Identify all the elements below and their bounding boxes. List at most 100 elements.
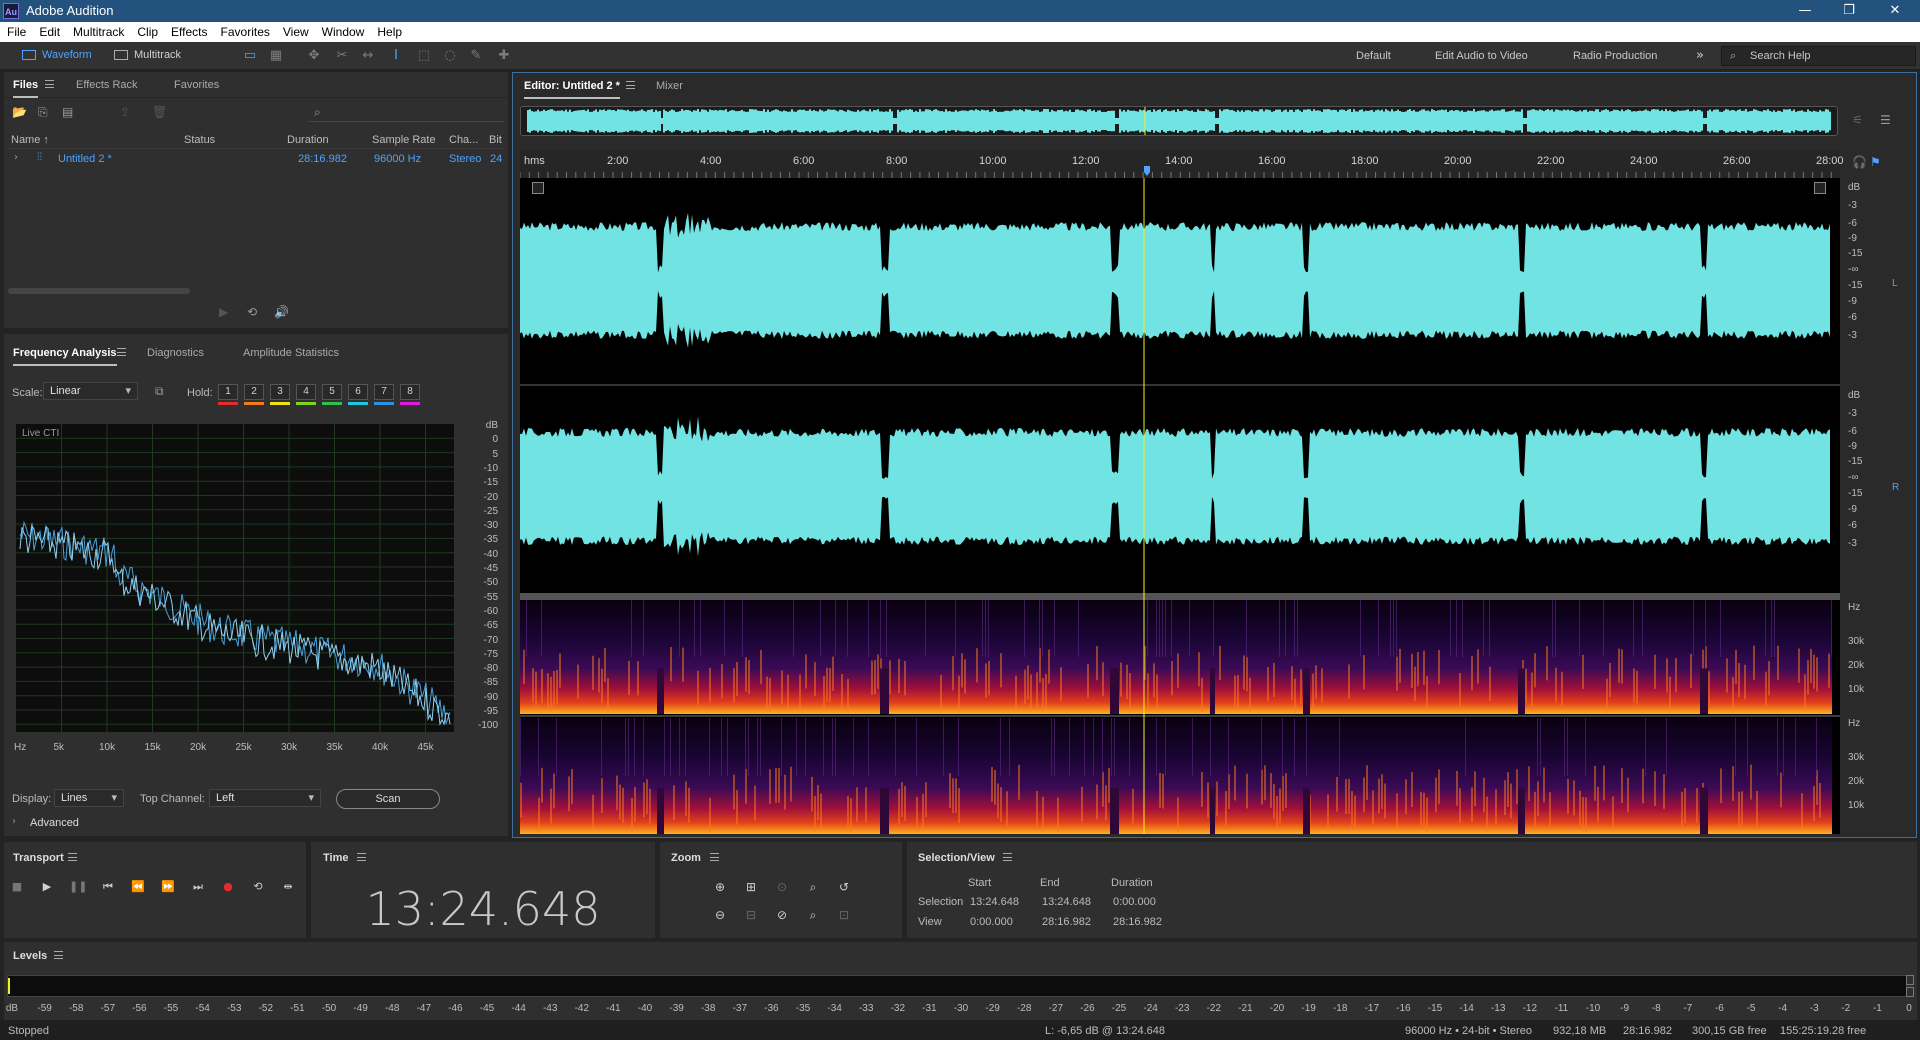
selection-start[interactable]: 13:24.648 (970, 896, 1019, 908)
tab-frequency-analysis[interactable]: Frequency Analysis (13, 347, 117, 366)
play-file-icon[interactable]: ▶ (219, 305, 228, 319)
slip-tool-icon[interactable]: ↔ (360, 48, 376, 64)
tab-editor[interactable]: Editor: Untitled 2 * (524, 80, 620, 99)
toggle-spectral-icon[interactable]: ☰ (1880, 113, 1891, 127)
spot-healing-icon[interactable]: ✚ (496, 48, 512, 64)
pause-icon[interactable]: ❚❚ (69, 878, 87, 896)
col-name[interactable]: Name ↑ (11, 134, 49, 146)
selection-end[interactable]: 13:24.648 (1042, 896, 1091, 908)
col-channels[interactable]: Cha... (449, 134, 478, 146)
menu-file[interactable]: File (0, 22, 32, 39)
zoom-in-point-icon[interactable]: ⊙ (773, 878, 791, 896)
delete-icon[interactable]: 🗑 (152, 105, 167, 119)
zoom-navigator-icon[interactable]: ⚟ (1852, 113, 1863, 127)
hold-button-4[interactable]: 4 (296, 384, 316, 400)
workspace-edit-audio-to-video[interactable]: Edit Audio to Video (1435, 50, 1528, 62)
view-duration[interactable]: 28:16.982 (1113, 916, 1162, 928)
tab-mixer[interactable]: Mixer (656, 80, 683, 92)
files-hscrollbar[interactable] (8, 288, 190, 294)
record-icon[interactable]: ● (219, 878, 237, 896)
restore-icon[interactable]: ❐ (1834, 1, 1864, 21)
menu-edit[interactable]: Edit (32, 22, 66, 39)
headphones-icon[interactable]: 🎧 (1852, 155, 1867, 169)
file-name[interactable]: Untitled 2 * (58, 153, 112, 165)
marker-icon[interactable]: ⚑ (1870, 155, 1881, 169)
view-start[interactable]: 0:00.000 (970, 916, 1013, 928)
move-to-next-icon[interactable]: ⏭ (189, 878, 207, 896)
stop-icon[interactable]: ■ (8, 878, 26, 896)
zoom-reset-icon[interactable]: ↺ (835, 878, 853, 896)
time-display[interactable]: 13:24.648 (311, 882, 655, 936)
time-selection-tool-icon[interactable]: I (388, 48, 404, 64)
menu-view[interactable]: View (276, 22, 315, 39)
scale-dropdown[interactable]: Linear (43, 382, 138, 400)
move-tool-icon[interactable]: ✥ (306, 48, 322, 64)
multitrack-tab[interactable]: Multitrack (112, 47, 187, 65)
more-workspaces-icon[interactable]: » (1692, 48, 1708, 64)
menu-window[interactable]: Window (315, 22, 371, 39)
close-icon[interactable]: ✕ (1880, 1, 1910, 21)
autoplay-speaker-icon[interactable]: 🔊 (274, 305, 289, 319)
zoom-out-amplitude-icon[interactable]: ⊖ (711, 906, 729, 924)
open-file-icon[interactable]: 📂 (12, 105, 27, 119)
search-help-input[interactable]: ⌕ Search Help (1721, 46, 1916, 66)
top-channel-dropdown[interactable]: Left (209, 789, 321, 807)
zoom-in-amplitude-icon[interactable]: ⊕ (711, 878, 729, 896)
skip-selection-icon[interactable]: ⇹ (279, 878, 297, 896)
clip-indicator-right[interactable] (1906, 987, 1914, 997)
tab-files[interactable]: Files (13, 79, 39, 98)
hold-button-1[interactable]: 1 (218, 384, 238, 400)
view-end[interactable]: 28:16.982 (1042, 916, 1091, 928)
menu-effects[interactable]: Effects (164, 22, 213, 39)
hold-button-6[interactable]: 6 (348, 384, 368, 400)
files-menu-icon[interactable] (45, 80, 54, 88)
fade-in-handle[interactable] (532, 182, 544, 194)
marquee-tool-icon[interactable]: ⬚ (416, 48, 432, 64)
loop-playback-icon[interactable]: ⟲ (249, 878, 267, 896)
brush-tool-icon[interactable]: ✎ (468, 48, 484, 64)
transport-menu-icon[interactable] (68, 853, 77, 861)
time-menu-icon[interactable] (357, 853, 366, 861)
menu-clip[interactable]: Clip (130, 22, 164, 39)
hold-button-5[interactable]: 5 (322, 384, 342, 400)
spectral-view-icon[interactable]: ▦ (268, 48, 284, 64)
advanced-chevron-icon[interactable]: › (12, 816, 16, 827)
levels-menu-icon[interactable] (54, 951, 63, 959)
channel-left-label[interactable]: L (1892, 278, 1898, 289)
zoom-out-selection-icon[interactable]: ⌕ (804, 906, 822, 924)
lasso-tool-icon[interactable]: ◌ (442, 48, 458, 64)
rewind-icon[interactable]: ⏪ (129, 878, 147, 896)
minimize-icon[interactable]: — (1790, 1, 1820, 21)
time-ruler[interactable]: hms 2:00 4:00 6:00 8:00 10:00 12:00 14:00 16:00 1… (520, 150, 1844, 178)
play-icon[interactable]: ▶ (38, 878, 56, 896)
razor-tool-icon[interactable]: ✂ (334, 48, 350, 64)
editor-menu-icon[interactable] (626, 81, 635, 89)
fade-out-handle[interactable] (1814, 182, 1826, 194)
col-status[interactable]: Status (184, 134, 215, 146)
frequency-menu-icon[interactable] (117, 348, 126, 356)
hold-button-7[interactable]: 7 (374, 384, 394, 400)
menu-help[interactable]: Help (370, 22, 408, 39)
menu-favorites[interactable]: Favorites (214, 22, 276, 39)
insert-into-multitrack-icon[interactable]: ⇪ (120, 105, 130, 119)
zoom-out-time-icon[interactable]: ⊟ (742, 906, 760, 924)
overview-navigator[interactable] (520, 106, 1838, 136)
advanced-toggle[interactable]: Advanced (30, 817, 79, 829)
new-file-icon[interactable]: ▤ (62, 105, 73, 119)
import-file-icon[interactable]: ⎘ (38, 105, 48, 120)
hold-button-8[interactable]: 8 (400, 384, 420, 400)
col-sample-rate[interactable]: Sample Rate (372, 134, 436, 146)
menu-multitrack[interactable]: Multitrack (66, 22, 130, 39)
zoom-selection-icon[interactable]: ⌕ (804, 878, 822, 896)
expand-chevron-icon[interactable]: › (14, 152, 18, 163)
tab-diagnostics[interactable]: Diagnostics (147, 347, 204, 359)
tab-favorites[interactable]: Favorites (174, 79, 219, 91)
hold-button-3[interactable]: 3 (270, 384, 290, 400)
selection-view-menu-icon[interactable] (1003, 853, 1012, 861)
clip-indicator-left[interactable] (1906, 975, 1914, 985)
tab-effects-rack[interactable]: Effects Rack (76, 79, 138, 91)
display-dropdown[interactable]: Lines (54, 789, 124, 807)
workspace-default[interactable]: Default (1356, 50, 1391, 62)
selection-duration[interactable]: 0:00.000 (1113, 896, 1156, 908)
waveform-tab[interactable]: Waveform (20, 47, 98, 65)
